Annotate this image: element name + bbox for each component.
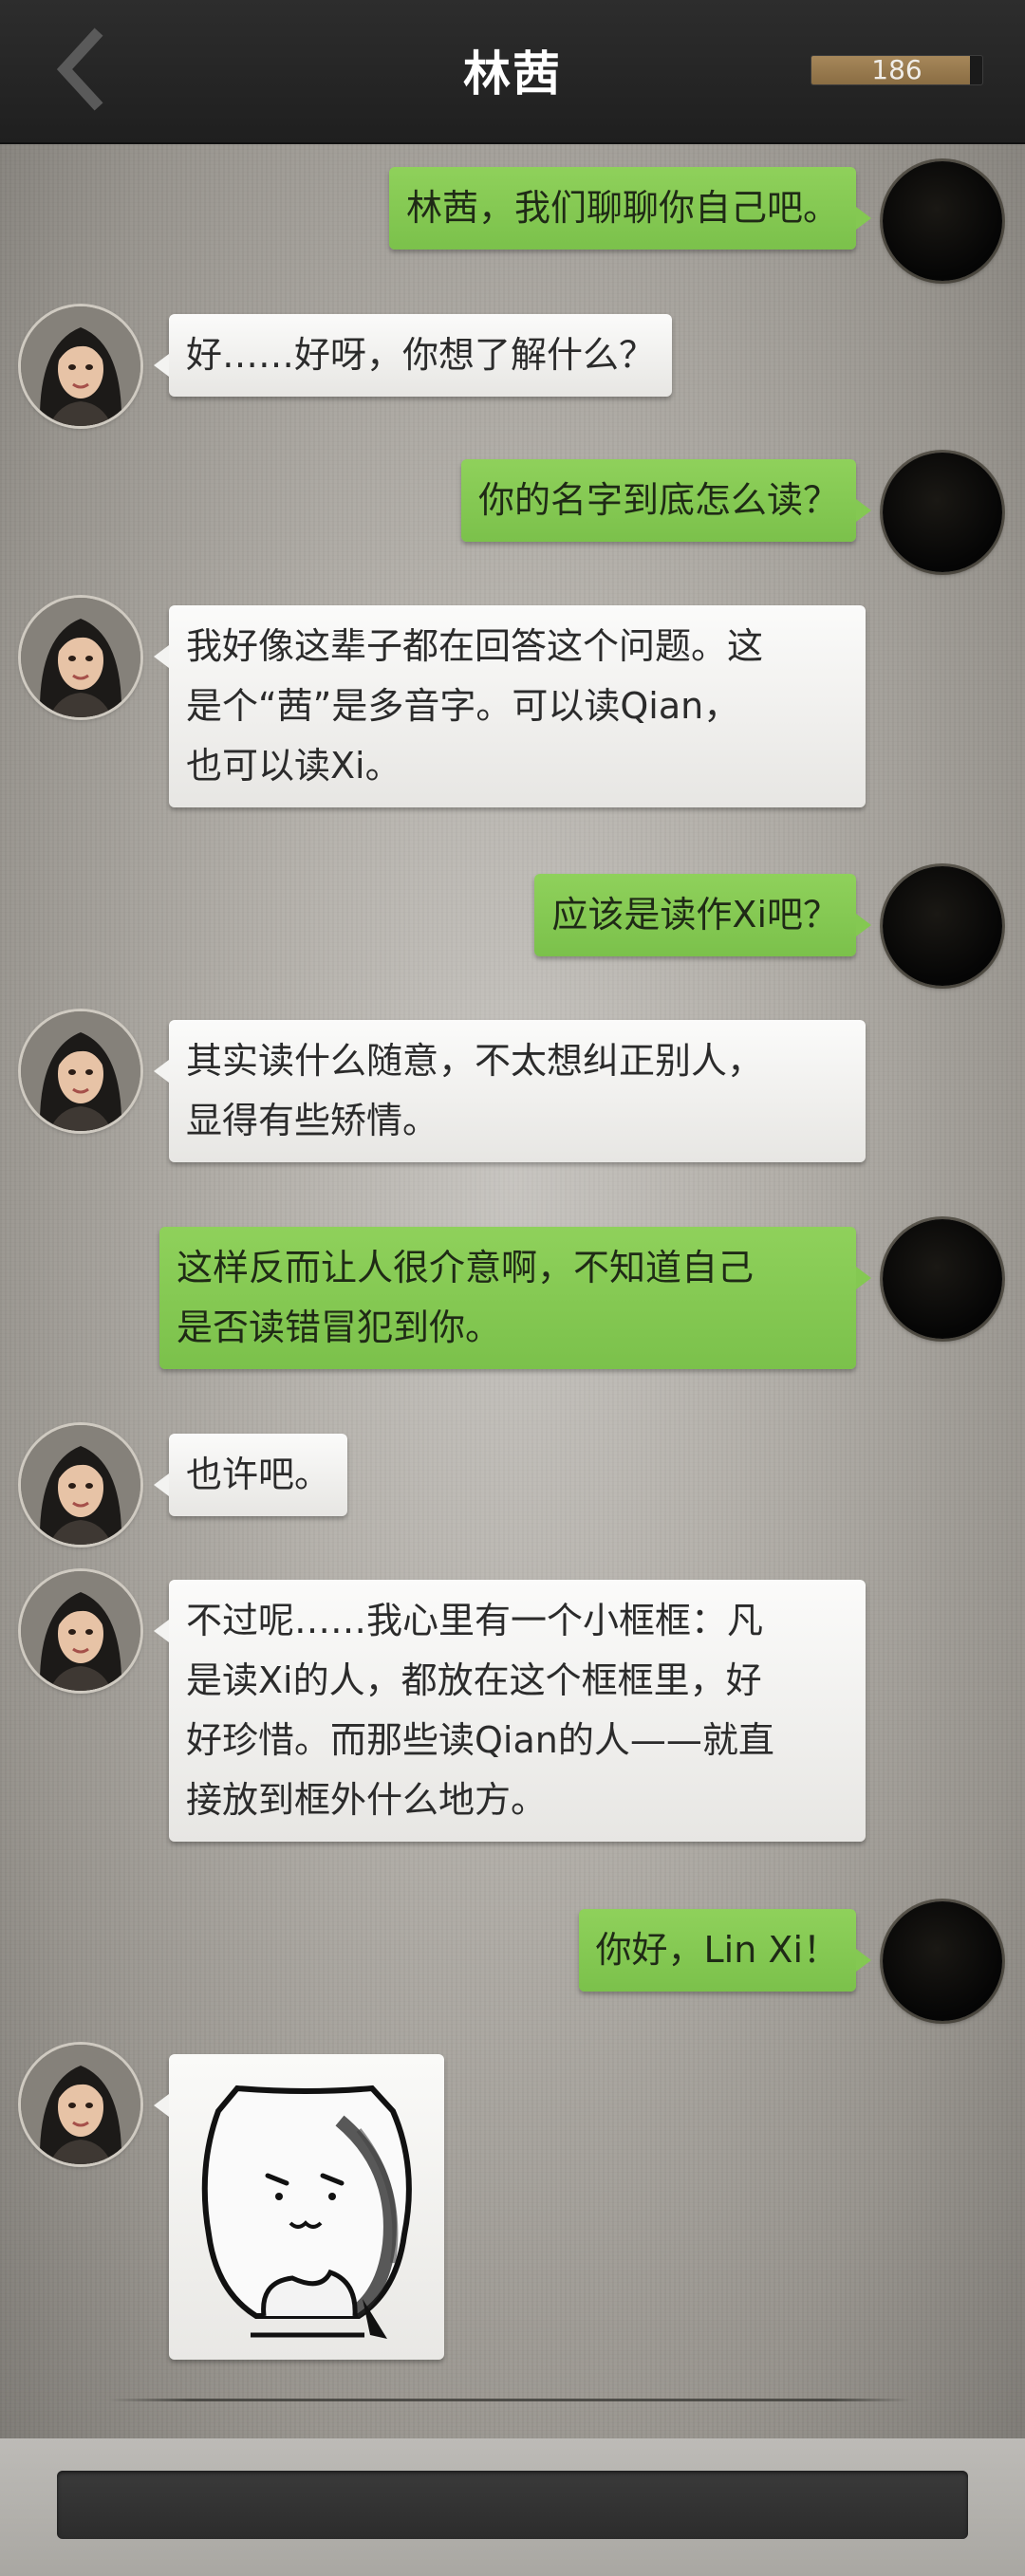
user-avatar[interactable] (883, 161, 1002, 281)
girl-avatar-icon (21, 2045, 140, 2164)
message-line: 也可以读Xi。 (186, 745, 401, 787)
message-bubble-out[interactable]: 林茜，我们聊聊你自己吧。 (388, 167, 872, 250)
user-avatar[interactable] (883, 1901, 1002, 2021)
message-bubble-out[interactable]: 应该是读作Xi吧？ (534, 874, 871, 956)
message-line: 是读Xi的人，都放在这个框框里，好 (186, 1659, 762, 1701)
girl-avatar-icon (21, 1571, 140, 1691)
top-bar: 林茜 186 (0, 0, 1025, 144)
contact-avatar[interactable] (21, 1571, 140, 1691)
user-avatar[interactable] (883, 1219, 1002, 1339)
contact-avatar[interactable] (21, 2045, 140, 2164)
sticker-bubble[interactable] (154, 2054, 444, 2360)
message-text: 你好，Lin Xi！ (595, 1929, 839, 1971)
message-line: 其实读什么随意，不太想纠正别人， (186, 1040, 764, 1082)
message-bubble-out[interactable]: 你好，Lin Xi！ (578, 1909, 872, 1992)
message-line: 是个“茜”是多音字。可以读Qian， (186, 685, 740, 727)
contact-avatar[interactable] (21, 306, 140, 426)
score-bar: 186 (811, 55, 983, 85)
cat-sticker-icon (201, 2085, 412, 2339)
girl-avatar-icon (21, 306, 140, 426)
message-line: 接放到框外什么地方。 (186, 1779, 548, 1821)
message-text: 你的名字到底怎么读？ (477, 479, 839, 521)
contact-avatar[interactable] (21, 1011, 140, 1131)
girl-avatar-icon (21, 1425, 140, 1545)
score-value: 186 (871, 55, 922, 85)
contact-avatar[interactable] (21, 598, 140, 717)
message-line: 是否读错冒犯到你。 (177, 1307, 502, 1348)
message-line: 我好像这辈子都在回答这个问题。这 (186, 625, 764, 667)
message-bubble-in[interactable]: 其实读什么随意，不太想纠正别人， 显得有些矫情。 (154, 1020, 866, 1162)
girl-avatar-icon (21, 1011, 140, 1131)
message-text: 好……好呀，你想了解什么？ (186, 334, 656, 376)
message-bubble-in[interactable]: 不过呢……我心里有一个小框框：凡 是读Xi的人，都放在这个框框里，好 好珍惜。而… (154, 1580, 866, 1842)
contact-avatar[interactable] (21, 1425, 140, 1545)
page-title: 林茜 (463, 46, 562, 102)
message-line: 好珍惜。而那些读Qian的人——就直 (186, 1719, 774, 1761)
girl-avatar-icon (21, 598, 140, 717)
message-bubble-in[interactable]: 好……好呀，你想了解什么？ (153, 314, 673, 397)
message-text: 应该是读作Xi吧？ (551, 894, 839, 936)
message-text: 林茜，我们聊聊你自己吧。 (405, 187, 839, 229)
message-line: 不过呢……我心里有一个小框框：凡 (186, 1600, 764, 1641)
message-text: 也许吧。 (186, 1454, 331, 1495)
message-bubble-in[interactable]: 我好像这辈子都在回答这个问题。这 是个“茜”是多音字。可以读Qian， 也可以读… (154, 605, 866, 807)
message-bubble-out[interactable]: 这样反而让人很介意啊，不知道自己 是否读错冒犯到你。 (159, 1227, 871, 1369)
back-button[interactable] (38, 27, 123, 112)
message-line: 这样反而让人很介意啊，不知道自己 (177, 1247, 755, 1288)
user-avatar[interactable] (883, 453, 1002, 572)
message-line: 显得有些矫情。 (186, 1100, 439, 1141)
message-bubble-in[interactable]: 也许吧。 (153, 1434, 348, 1516)
message-bubble-out[interactable]: 你的名字到底怎么读？ (460, 459, 872, 542)
divider (109, 2399, 911, 2401)
reply-input-bar[interactable] (57, 2471, 968, 2539)
chevron-left-icon (56, 28, 103, 111)
user-avatar[interactable] (883, 866, 1002, 986)
